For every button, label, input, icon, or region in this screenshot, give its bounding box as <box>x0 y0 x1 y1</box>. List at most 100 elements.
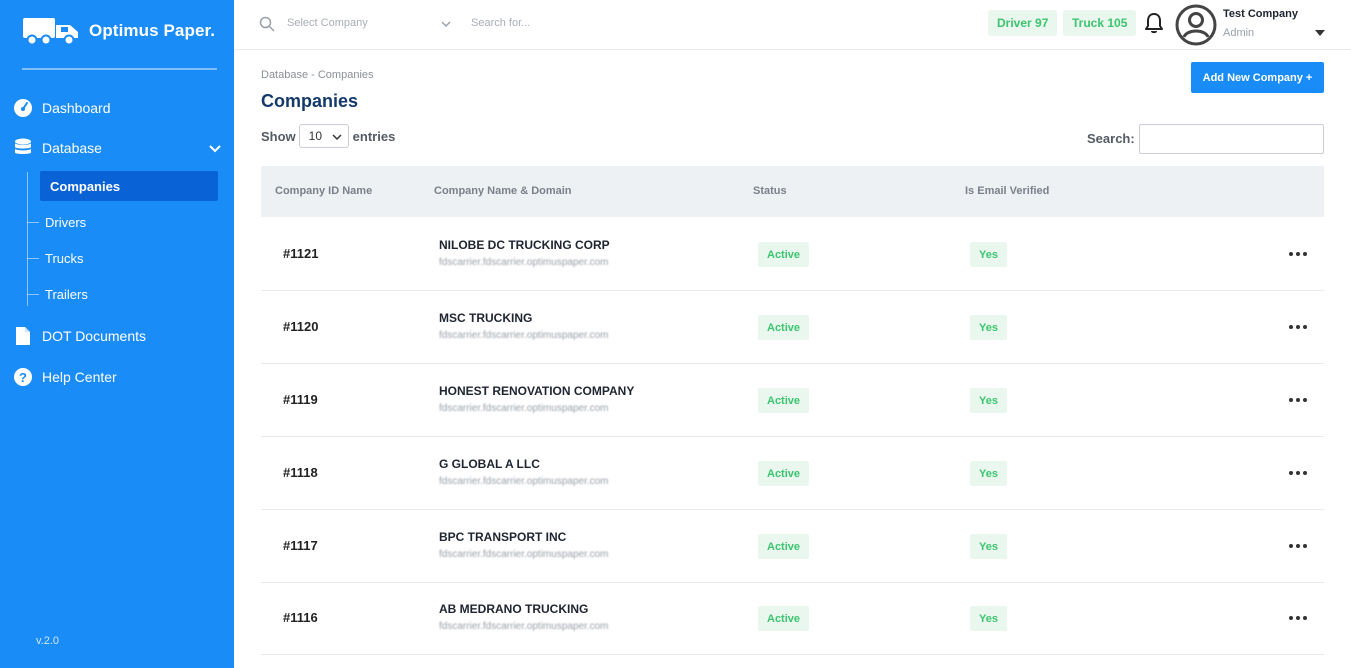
app-version: v.2.0 <box>36 635 60 647</box>
email-verified-badge: Yes <box>970 388 1007 413</box>
column-header-email-verified[interactable]: Is Email Verified <box>965 185 1049 197</box>
table-row[interactable]: #1116 AB MEDRANO TRUCKING fdscarrier.fds… <box>261 582 1324 655</box>
more-options-icon[interactable] <box>1289 464 1307 482</box>
search-icon <box>259 16 275 32</box>
sidebar-item-help-center[interactable]: ? Help Center <box>12 366 117 388</box>
top-bar: Select Company Driver 97 Truck 105 Test … <box>234 0 1351 50</box>
chevron-down-icon[interactable] <box>208 141 222 155</box>
company-name: G GLOBAL A LLC <box>439 457 540 471</box>
company-id: #1116 <box>283 610 318 625</box>
truck-count-badge[interactable]: Truck 105 <box>1063 10 1137 36</box>
svg-text:?: ? <box>19 370 27 385</box>
company-name: NILOBE DC TRUCKING CORP <box>439 238 610 252</box>
table-search-label: Search: <box>1087 131 1135 146</box>
company-domain: fdscarrier.fdscarrier.optimuspaper.com <box>439 476 609 487</box>
column-header-status[interactable]: Status <box>753 185 787 197</box>
status-badge: Active <box>758 606 810 631</box>
user-role: Admin <box>1223 27 1255 39</box>
sidebar-subitem-trucks[interactable]: Trucks <box>27 251 84 266</box>
company-id: #1121 <box>283 246 319 261</box>
tree-connector <box>27 222 39 223</box>
document-icon <box>12 325 34 347</box>
company-id: #1120 <box>283 319 319 334</box>
table-row[interactable]: #1118 G GLOBAL A LLC fdscarrier.fdscarri… <box>261 437 1324 510</box>
tree-connector <box>27 258 39 259</box>
user-name[interactable]: Test Company <box>1223 8 1298 20</box>
company-select[interactable]: Select Company <box>287 17 447 29</box>
sidebar-subitem-companies[interactable]: Companies <box>40 171 218 201</box>
email-verified-badge: Yes <box>970 606 1007 631</box>
entries-label: entries <box>352 128 396 144</box>
sidebar-subitem-label: Drivers <box>45 215 87 230</box>
sidebar-item-database[interactable]: Database <box>12 137 222 159</box>
table-row[interactable]: #1120 MSC TRUCKING fdscarrier.fdscarrier… <box>261 291 1324 364</box>
sidebar-item-label: Database <box>42 140 102 156</box>
email-verified-badge: Yes <box>970 315 1007 340</box>
chevron-down-icon[interactable] <box>440 18 452 30</box>
table-row[interactable]: #1121 NILOBE DC TRUCKING CORP fdscarrier… <box>261 218 1324 291</box>
column-header-id[interactable]: Company ID Name <box>275 185 372 197</box>
company-domain: fdscarrier.fdscarrier.optimuspaper.com <box>439 549 609 560</box>
sidebar-subitem-label: Companies <box>50 178 121 194</box>
submenu-tree-line <box>27 172 28 306</box>
more-options-icon[interactable] <box>1289 609 1307 627</box>
driver-count-badge[interactable]: Driver 97 <box>988 10 1058 36</box>
truck-logo-icon <box>23 18 78 46</box>
caret-down-icon[interactable] <box>1315 30 1325 36</box>
sidebar-item-label: DOT Documents <box>42 328 146 344</box>
user-avatar-icon[interactable] <box>1175 4 1217 46</box>
sidebar-subitem-drivers[interactable]: Drivers <box>27 215 86 230</box>
show-label: Show <box>261 128 296 144</box>
sidebar-item-label: Help Center <box>42 369 117 385</box>
company-name: BPC TRANSPORT INC <box>439 530 567 544</box>
status-badge: Active <box>758 242 810 267</box>
entries-value: 10 <box>308 129 323 143</box>
company-id: #1118 <box>283 465 318 480</box>
sidebar-item-dashboard[interactable]: Dashboard <box>12 97 111 119</box>
bell-icon[interactable] <box>1142 11 1166 35</box>
sidebar-item-dot-documents[interactable]: DOT Documents <box>12 325 146 347</box>
global-search-input[interactable] <box>471 17 671 29</box>
email-verified-badge: Yes <box>970 461 1007 486</box>
column-header-name-domain[interactable]: Company Name & Domain <box>434 185 572 197</box>
brand-name: Optimus Paper. <box>89 21 216 40</box>
company-domain: fdscarrier.fdscarrier.optimuspaper.com <box>439 330 609 341</box>
company-name: AB MEDRANO TRUCKING <box>439 602 589 616</box>
breadcrumb: Database - Companies <box>261 69 374 81</box>
sidebar-subitem-label: Trucks <box>45 251 84 266</box>
company-domain: fdscarrier.fdscarrier.optimuspaper.com <box>439 257 609 268</box>
entries-control: Show 10 entries <box>261 124 395 148</box>
company-id: #1119 <box>283 392 318 407</box>
email-verified-badge: Yes <box>970 242 1007 267</box>
email-verified-badge: Yes <box>970 534 1007 559</box>
more-options-icon[interactable] <box>1289 318 1307 336</box>
question-circle-icon: ? <box>12 366 34 388</box>
status-badge: Active <box>758 315 810 340</box>
sidebar-subitem-label: Trailers <box>45 287 88 302</box>
company-domain: fdscarrier.fdscarrier.optimuspaper.com <box>439 621 609 632</box>
table-row[interactable]: #1117 BPC TRANSPORT INC fdscarrier.fdsca… <box>261 510 1324 583</box>
company-name: HONEST RENOVATION COMPANY <box>439 384 635 398</box>
company-domain: fdscarrier.fdscarrier.optimuspaper.com <box>439 403 609 414</box>
table-row[interactable]: #1119 HONEST RENOVATION COMPANY fdscarri… <box>261 364 1324 437</box>
status-badge: Active <box>758 461 810 486</box>
more-options-icon[interactable] <box>1289 245 1307 263</box>
more-options-icon[interactable] <box>1289 391 1307 409</box>
page-title: Companies <box>261 91 359 111</box>
add-new-company-button[interactable]: Add New Company + <box>1191 62 1324 93</box>
gauge-icon <box>12 97 34 119</box>
table-header: Company ID Name Company Name & Domain St… <box>261 166 1324 217</box>
entries-select[interactable]: 10 <box>298 124 349 148</box>
status-badge: Active <box>758 534 810 559</box>
database-icon <box>12 137 34 159</box>
sidebar-item-label: Dashboard <box>42 100 111 116</box>
sidebar-subitem-trailers[interactable]: Trailers <box>27 287 88 302</box>
table-search-input[interactable] <box>1139 124 1324 154</box>
more-options-icon[interactable] <box>1289 537 1307 555</box>
status-badge: Active <box>758 388 810 413</box>
company-name: MSC TRUCKING <box>439 311 533 325</box>
sidebar-divider <box>22 68 217 70</box>
chevron-down-icon <box>332 134 342 141</box>
brand-logo[interactable]: Optimus Paper. <box>22 16 215 46</box>
company-id: #1117 <box>283 538 318 553</box>
